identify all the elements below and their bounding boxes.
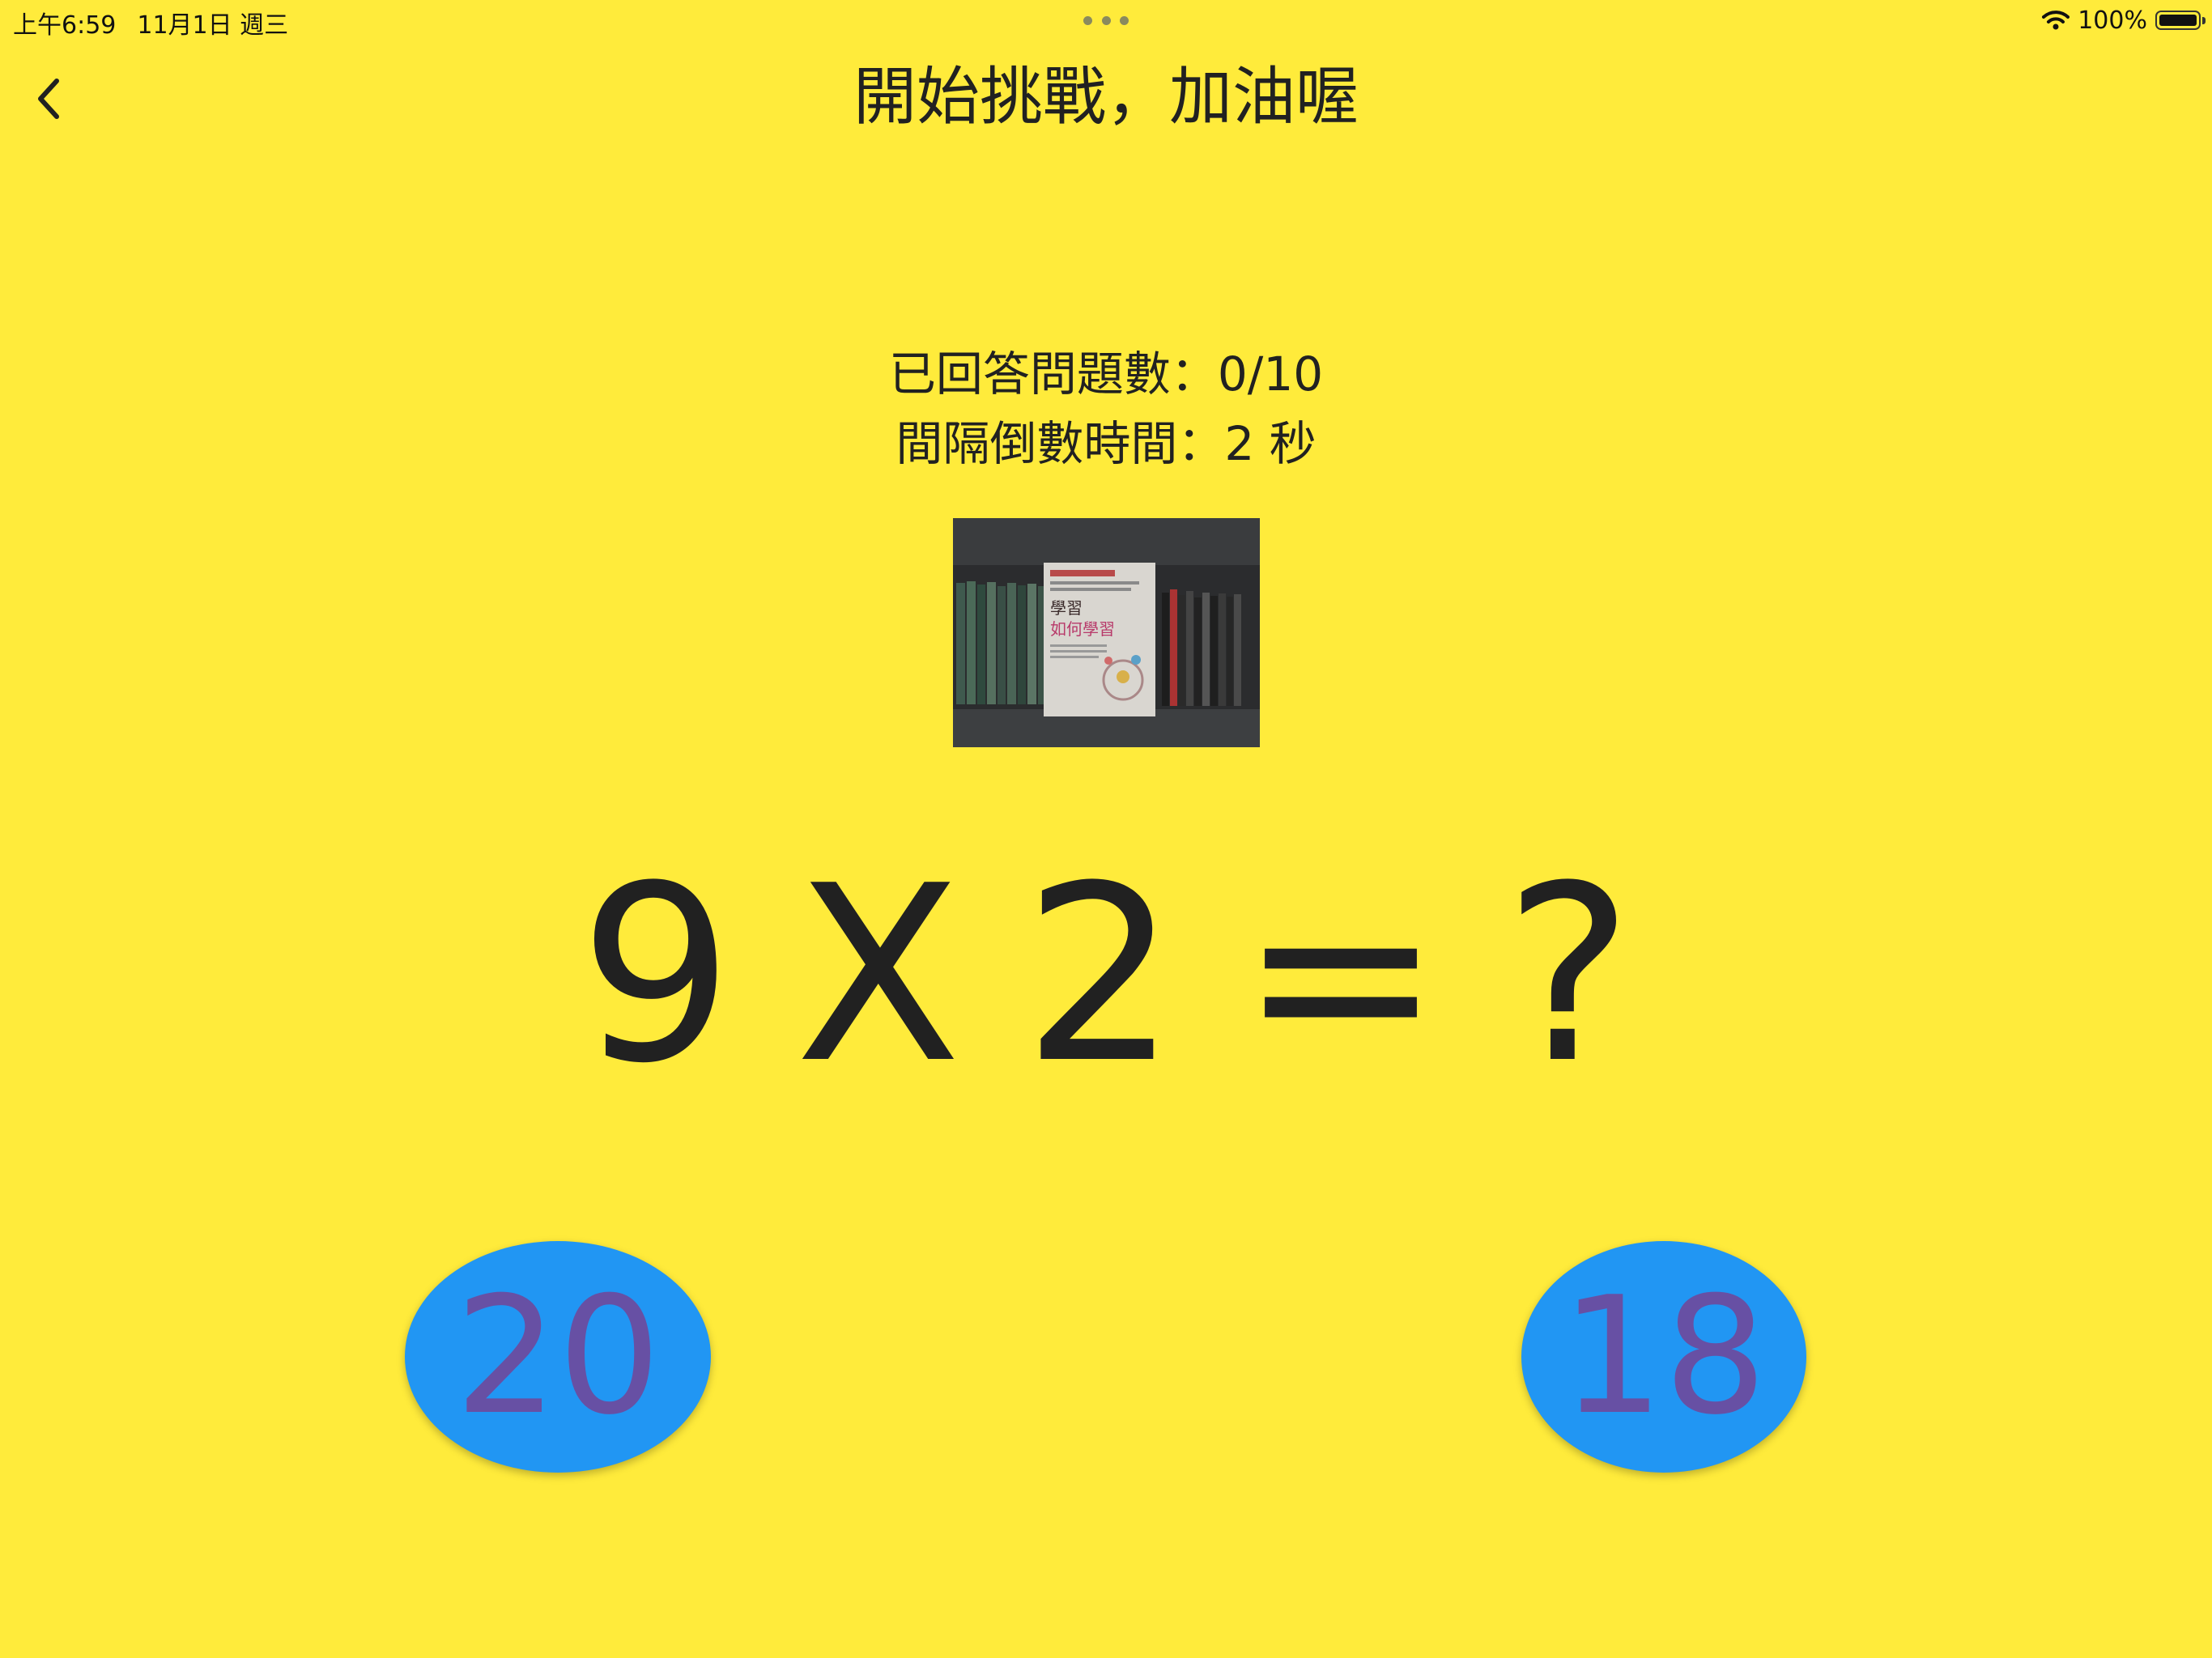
answer-button-left[interactable]: 20 [405,1241,711,1473]
answer-label-right: 18 [1560,1262,1767,1451]
status-bar-indicators: 100% [2042,5,2206,36]
question-operator: X [794,834,962,1116]
countdown-timer: 間隔倒數時間：2 秒 [895,416,1317,471]
wifi-icon [2042,11,2070,30]
answer-button-right[interactable]: 18 [1521,1241,1806,1473]
question-operand-1: 9 [579,834,734,1116]
question-equals: = [1239,834,1443,1116]
status-time: 上午6:59 [13,11,117,40]
question-operand-2: 2 [1023,834,1178,1116]
page-title: 開始挑戰，加油喔 [853,61,1359,134]
status-bar-datetime: 上午6:59 11月1日 週三 [13,5,288,40]
question-unknown: ? [1504,834,1633,1116]
book-title-line2: 如何學習 [1050,619,1115,639]
status-date: 11月1日 週三 [137,11,289,40]
book-title-line1: 學習 [1050,598,1083,618]
battery-percentage: 100% [2078,6,2147,35]
bookshelf-photo: 學習 如何學習 [953,518,1260,747]
battery-icon [2155,11,2206,30]
answer-label-left: 20 [454,1262,661,1451]
math-question: 9 X 2 =? [0,842,2212,1109]
multitasking-dots-icon[interactable] [1083,16,1129,26]
answered-count: 已回答問題數：0/10 [888,346,1324,402]
